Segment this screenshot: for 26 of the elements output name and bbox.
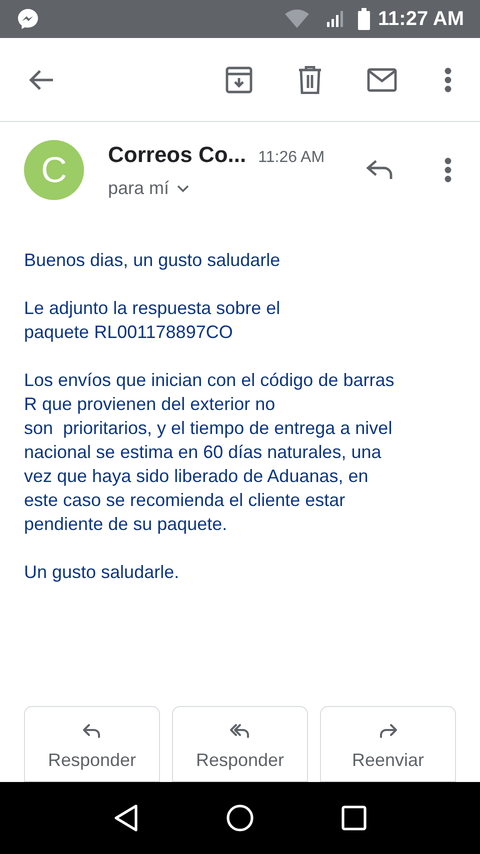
sender-name: Correos Co... xyxy=(108,141,246,169)
email-action-button[interactable]: Reenviar xyxy=(320,706,456,782)
mail-icon[interactable] xyxy=(367,68,397,92)
email-paragraph: Un gusto saludarle. xyxy=(24,561,180,584)
trash-icon[interactable] xyxy=(298,66,322,94)
email-time: 11:26 AM xyxy=(258,148,325,168)
recents-square-icon[interactable] xyxy=(340,805,367,831)
wifi-icon xyxy=(284,9,310,29)
email-paragraph: Los envíos que inician con el código de barras R que provienen del exterior no son prioritarios, y el tiempo de entrega a nivel nacional se estima en 60 días naturales, una vez que haya sido liberado de Aduanas, en este caso se recomienda el cliente estar pendiente de su paquete. xyxy=(24,369,396,536)
more-options-icon[interactable] xyxy=(444,157,452,183)
archive-icon[interactable] xyxy=(225,66,253,94)
email-action-button[interactable]: Responder xyxy=(24,706,160,782)
back-arrow-icon[interactable] xyxy=(28,68,54,92)
chevron-down-icon xyxy=(177,184,190,192)
battery-icon xyxy=(358,8,370,30)
home-circle-icon[interactable] xyxy=(226,804,254,832)
messenger-icon xyxy=(16,7,40,31)
email-paragraph: Buenos dias, un gusto saludarle xyxy=(24,249,282,272)
clock: 11:27 AM xyxy=(378,7,464,32)
sender-avatar: C xyxy=(24,140,84,200)
email-action-button[interactable]: Responder xyxy=(172,706,308,782)
recipient-dropdown[interactable]: para mí xyxy=(108,175,325,202)
reply-icon[interactable] xyxy=(366,159,394,181)
email-paragraph: Le adjunto la respuesta sobre el paquete RL001178897CO xyxy=(24,297,282,344)
back-triangle-icon[interactable] xyxy=(113,804,140,832)
more-options-icon[interactable] xyxy=(444,66,452,92)
